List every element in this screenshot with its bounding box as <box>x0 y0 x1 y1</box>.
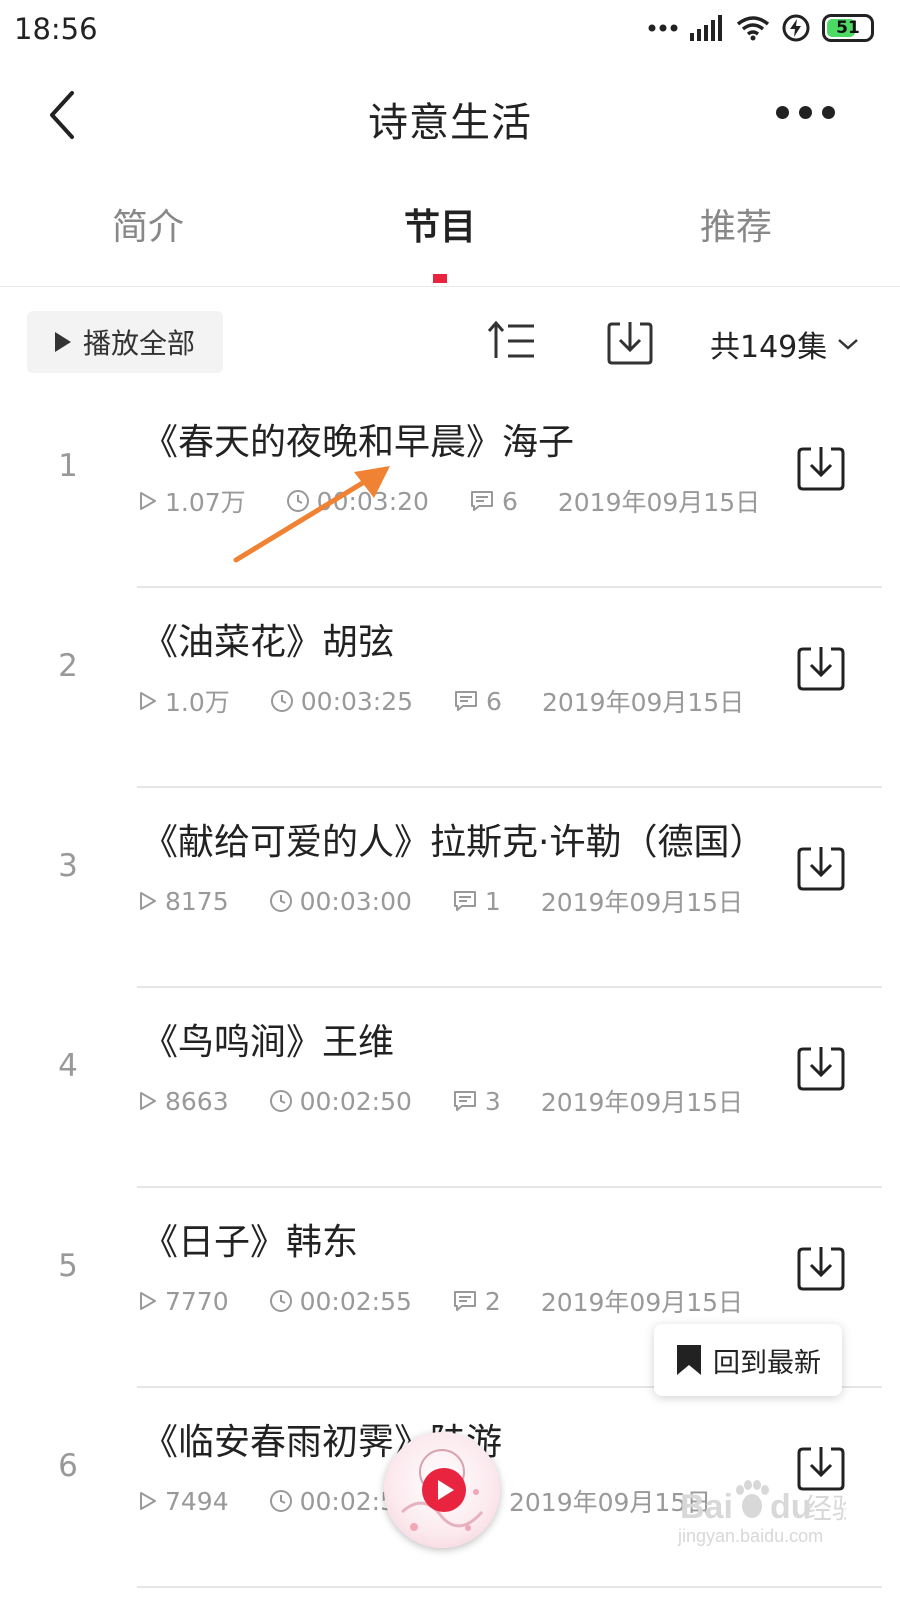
back-to-latest-button[interactable]: 回到最新 <box>654 1324 842 1396</box>
comment-count: 1 <box>484 886 501 916</box>
play-count-icon <box>140 692 156 710</box>
comment-count: 2 <box>484 1286 501 1316</box>
play-count-icon <box>140 1092 156 1110</box>
play-count: 7770 <box>165 1286 229 1316</box>
comment-count: 3 <box>484 1086 501 1116</box>
clock-icon <box>269 1090 292 1112</box>
episode-index: 2 <box>58 648 78 684</box>
duration: 00:02:5 <box>299 1486 396 1516</box>
episode-title: 《献给可爱的人》拉斯克·许勒（德国） <box>142 822 766 863</box>
tab-intro[interactable]: 简介 <box>48 198 248 250</box>
episode-title: 《鸟鸣涧》王维 <box>142 1022 395 1063</box>
tab-recommend[interactable]: 推荐 <box>636 198 836 250</box>
clock-icon <box>270 690 293 712</box>
publish-date: 2019年09月15日 <box>541 688 745 717</box>
publish-date: 2019年09月15日 <box>540 1288 744 1317</box>
episode-row[interactable]: 4 《鸟鸣涧》王维 8663 00:02:50 3 2019年09月15日 <box>0 988 900 1188</box>
episode-meta: 8175 00:03:00 1 2019年09月15日 <box>138 883 743 919</box>
svg-text:Bai: Bai <box>680 1488 733 1526</box>
battery-level: 51 <box>836 18 860 38</box>
play-count-icon <box>140 892 156 910</box>
play-count: 7494 <box>165 1486 229 1516</box>
episode-row[interactable]: 1 《春天的夜晚和早晨》海子 1.07万 00:03:20 6 2019年09月… <box>0 388 900 588</box>
publish-date: 2019年09月15日 <box>540 888 744 917</box>
play-count: 8663 <box>165 1086 229 1116</box>
publish-date: 2019年09月15日 <box>557 488 761 517</box>
duration: 00:02:55 <box>299 1286 412 1316</box>
episode-row[interactable]: 3 《献给可爱的人》拉斯克·许勒（德国） 8175 00:03:00 1 201… <box>0 788 900 988</box>
mini-player-play-icon[interactable] <box>422 1468 466 1512</box>
download-icon[interactable] <box>796 643 846 693</box>
episode-title: 《油菜花》胡弦 <box>142 622 395 663</box>
charging-icon <box>782 14 810 42</box>
batch-download-icon[interactable] <box>606 318 654 366</box>
comment-icon <box>453 891 476 911</box>
download-icon[interactable] <box>796 443 846 493</box>
download-icon[interactable] <box>796 1243 846 1293</box>
episode-title: 《日子》韩东 <box>142 1222 359 1263</box>
play-icon <box>54 332 71 352</box>
row-divider <box>137 1586 882 1588</box>
publish-date: 2019年09月15日 <box>540 1088 744 1117</box>
play-count: 1.0万 <box>165 688 230 717</box>
sort-order-icon[interactable] <box>486 318 538 364</box>
episode-index: 5 <box>58 1248 78 1284</box>
more-options-icon[interactable] <box>776 100 842 124</box>
play-all-button[interactable]: 播放全部 <box>27 311 223 373</box>
comment-icon <box>470 491 493 511</box>
tab-programs[interactable]: 节目 <box>340 198 540 250</box>
episode-count-selector[interactable]: 共149集 <box>710 322 859 366</box>
episode-meta: 8663 00:02:50 3 2019年09月15日 <box>138 1083 743 1119</box>
episode-index: 1 <box>58 448 78 484</box>
episode-index: 3 <box>58 848 78 884</box>
svg-text:经验: 经验 <box>804 1492 846 1525</box>
wifi-icon <box>736 16 770 41</box>
comment-count: 6 <box>501 486 518 516</box>
episode-meta: 7770 00:02:55 2 2019年09月15日 <box>138 1283 743 1319</box>
episode-index: 4 <box>58 1048 78 1084</box>
play-count: 8175 <box>165 886 229 916</box>
duration: 00:02:50 <box>299 1086 412 1116</box>
mini-player-disc[interactable] <box>384 1432 500 1548</box>
page-title: 诗意生活 <box>368 100 532 146</box>
episode-meta: 1.0万 00:03:25 6 2019年09月15日 <box>138 683 744 719</box>
chevron-down-icon <box>838 339 859 350</box>
comment-icon <box>453 1091 476 1111</box>
play-count-icon <box>140 1492 156 1510</box>
status-time: 18:56 <box>14 12 98 46</box>
battery-indicator: 51 <box>822 14 874 42</box>
active-tab-indicator <box>433 274 447 283</box>
duration: 00:03:25 <box>300 686 414 716</box>
episode-row[interactable]: 2 《油菜花》胡弦 1.0万 00:03:25 6 2019年09月15日 <box>0 588 900 788</box>
download-icon[interactable] <box>796 843 846 893</box>
more-notifications-icon <box>648 24 678 32</box>
divider <box>0 286 900 287</box>
status-icons: 51 <box>648 14 874 42</box>
duration: 00:03:00 <box>299 886 412 916</box>
clock-icon <box>269 890 292 912</box>
back-to-latest-label: 回到最新 <box>713 1347 821 1379</box>
comment-icon <box>453 1291 476 1311</box>
play-all-label: 播放全部 <box>82 327 195 360</box>
download-icon[interactable] <box>796 1043 846 1093</box>
signal-icon <box>690 15 722 41</box>
clock-icon <box>269 1290 292 1312</box>
play-count-icon <box>140 1292 156 1310</box>
svg-text:jingyan.baidu.com: jingyan.baidu.com <box>677 1526 823 1546</box>
bookmark-icon <box>677 1345 701 1375</box>
comment-count: 6 <box>486 686 502 716</box>
episode-count: 共149集 <box>710 330 828 365</box>
play-count-icon <box>140 492 156 510</box>
annotation-arrow-icon <box>233 466 390 563</box>
comment-icon <box>455 691 478 711</box>
baidu-jingyan-watermark-icon: Bai du 经验 jingyan.baidu.com <box>677 1480 846 1546</box>
clock-icon <box>269 1490 292 1512</box>
episode-index: 6 <box>58 1448 78 1484</box>
